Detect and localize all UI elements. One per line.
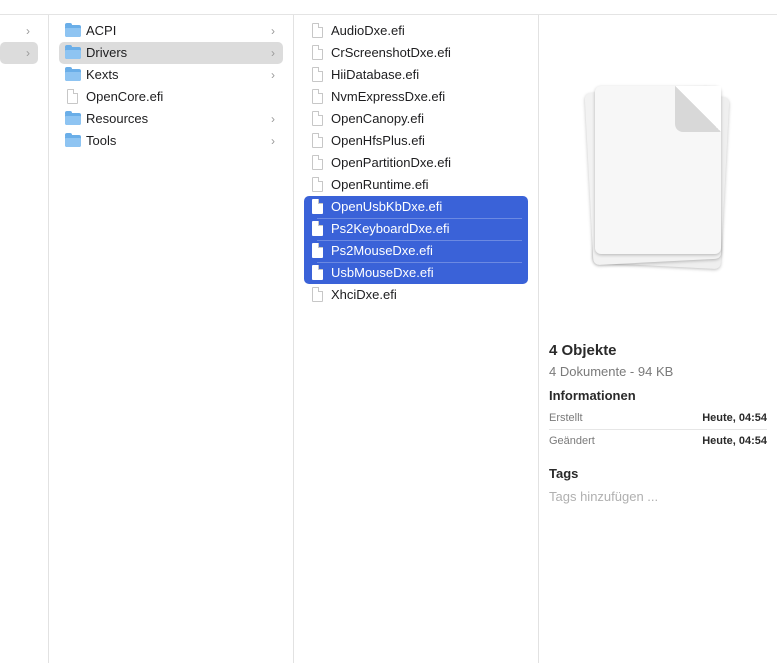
- document-icon: [67, 89, 78, 104]
- file-item[interactable]: OpenPartitionDxe.efi: [304, 152, 528, 174]
- folder-icon: [65, 111, 81, 125]
- file-item[interactable]: OpenRuntime.efi: [304, 174, 528, 196]
- document-icon: [312, 45, 323, 60]
- item-label: OpenUsbKbDxe.efi: [331, 199, 443, 214]
- item-label: OpenCanopy.efi: [331, 111, 424, 126]
- chevron-right-icon: ›: [271, 46, 275, 60]
- chevron-right-icon: ›: [271, 68, 275, 82]
- info-value: Heute, 04:54: [702, 435, 767, 447]
- list-item-opencore[interactable]: OpenCore.efi: [59, 86, 283, 108]
- info-key: Geändert: [549, 435, 595, 447]
- item-label: Tools: [86, 133, 117, 148]
- info-value: Heute, 04:54: [702, 412, 767, 424]
- file-item-selected[interactable]: Ps2MouseDxe.efi: [304, 240, 528, 262]
- preview-title: 4 Objekte: [549, 342, 617, 359]
- tags-input[interactable]: Tags hinzufügen ...: [549, 489, 658, 504]
- file-item[interactable]: AudioDxe.efi: [304, 20, 528, 42]
- file-item[interactable]: OpenCanopy.efi: [304, 108, 528, 130]
- selection-block[interactable]: OpenUsbKbDxe.efi Ps2KeyboardDxe.efi Ps2M…: [304, 196, 528, 284]
- chevron-right-icon: ›: [26, 46, 30, 60]
- file-item-selected[interactable]: UsbMouseDxe.efi: [304, 262, 528, 284]
- tags-heading: Tags: [549, 466, 579, 481]
- folder-icon: [65, 23, 81, 37]
- multiple-documents-icon: [579, 80, 739, 280]
- item-label: Ps2KeyboardDxe.efi: [331, 221, 450, 236]
- file-item[interactable]: HiiDatabase.efi: [304, 64, 528, 86]
- finder-column-parent[interactable]: › ›: [0, 15, 49, 663]
- item-label: OpenCore.efi: [86, 89, 164, 104]
- item-label: ACPI: [86, 23, 117, 38]
- document-icon: [312, 23, 323, 38]
- file-item[interactable]: NvmExpressDxe.efi: [304, 86, 528, 108]
- folder-icon: [65, 45, 81, 59]
- file-item[interactable]: CrScreenshotDxe.efi: [304, 42, 528, 64]
- chevron-right-icon: ›: [271, 134, 275, 148]
- list-item-selected[interactable]: ›: [0, 42, 38, 64]
- chevron-right-icon: ›: [26, 24, 30, 38]
- document-icon: [312, 221, 323, 236]
- item-label: NvmExpressDxe.efi: [331, 89, 446, 104]
- item-label: XhciDxe.efi: [331, 287, 397, 302]
- document-icon: [312, 155, 323, 170]
- item-label: OpenHfsPlus.efi: [331, 133, 425, 148]
- list-item-acpi[interactable]: ACPI ›: [59, 20, 283, 42]
- divider: [549, 429, 767, 430]
- document-icon: [312, 89, 323, 104]
- item-label: UsbMouseDxe.efi: [331, 265, 434, 280]
- document-icon: [312, 287, 323, 302]
- file-item[interactable]: XhciDxe.efi: [304, 284, 528, 306]
- chevron-right-icon: ›: [271, 24, 275, 38]
- preview-subtitle: 4 Dokumente - 94 KB: [549, 364, 674, 379]
- finder-column-efi[interactable]: ACPI › Drivers › Kexts › OpenCore.efi Re…: [49, 15, 294, 663]
- list-item-kexts[interactable]: Kexts ›: [59, 64, 283, 86]
- item-label: Kexts: [86, 67, 119, 82]
- item-label: CrScreenshotDxe.efi: [331, 45, 451, 60]
- list-item-drivers[interactable]: Drivers ›: [59, 42, 283, 64]
- info-row-modified: Geändert Heute, 04:54: [549, 431, 767, 453]
- item-label: HiiDatabase.efi: [331, 67, 420, 82]
- file-item-selected[interactable]: OpenUsbKbDxe.efi: [304, 196, 528, 218]
- item-label: OpenPartitionDxe.efi: [331, 155, 451, 170]
- item-label: AudioDxe.efi: [331, 23, 405, 38]
- document-icon: [312, 133, 323, 148]
- toolbar-strip: [0, 0, 777, 15]
- folder-icon: [65, 133, 81, 147]
- item-label: Drivers: [86, 45, 128, 60]
- preview-pane: 4 Objekte 4 Dokumente - 94 KB Informatio…: [539, 15, 777, 663]
- list-item[interactable]: ›: [0, 20, 38, 42]
- item-label: Ps2MouseDxe.efi: [331, 243, 433, 258]
- info-row-created: Erstellt Heute, 04:54: [549, 408, 767, 430]
- chevron-right-icon: ›: [271, 112, 275, 126]
- finder-column-drivers[interactable]: AudioDxe.efi CrScreenshotDxe.efi HiiData…: [294, 15, 539, 663]
- folder-icon: [65, 67, 81, 81]
- document-icon: [312, 177, 323, 192]
- list-item-resources[interactable]: Resources ›: [59, 108, 283, 130]
- document-icon: [312, 265, 323, 280]
- file-item-selected[interactable]: Ps2KeyboardDxe.efi: [304, 218, 528, 240]
- file-item[interactable]: OpenHfsPlus.efi: [304, 130, 528, 152]
- list-item-tools[interactable]: Tools ›: [59, 130, 283, 152]
- document-icon: [312, 199, 323, 214]
- document-icon: [312, 111, 323, 126]
- info-key: Erstellt: [549, 412, 583, 424]
- info-heading: Informationen: [549, 388, 636, 403]
- item-label: Resources: [86, 111, 149, 126]
- document-icon: [312, 67, 323, 82]
- document-icon: [312, 243, 323, 258]
- item-label: OpenRuntime.efi: [331, 177, 429, 192]
